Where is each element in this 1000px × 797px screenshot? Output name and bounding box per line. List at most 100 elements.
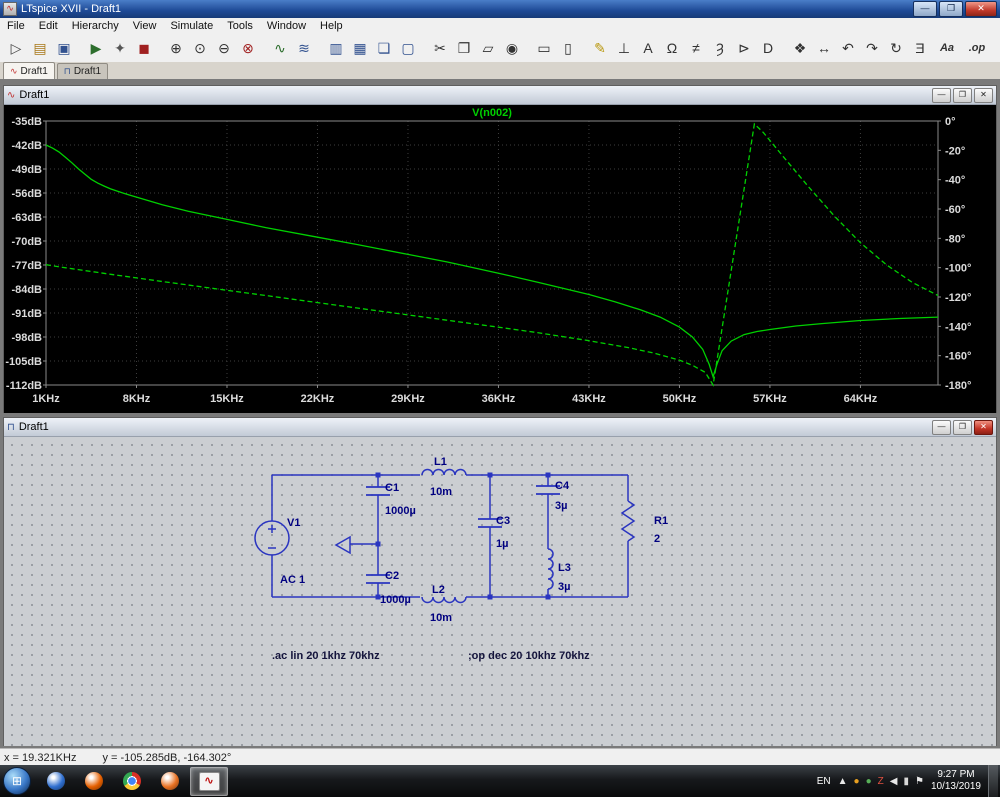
close-window-icon[interactable]: ▢ [396,36,420,60]
window-titlebar[interactable]: ∿ LTspice XVII - Draft1 — ❐ ✕ [0,0,1000,18]
network-icon[interactable]: ▮ [903,776,909,787]
menu-file[interactable]: File [0,20,32,32]
component-label[interactable]: R1 [654,515,668,527]
ground-symbol[interactable] [336,537,350,553]
component-r1[interactable] [622,501,634,541]
find-icon[interactable]: ◉ [500,36,524,60]
component-label[interactable]: C3 [496,515,510,527]
wave-close-button[interactable]: ✕ [974,88,993,103]
waveform-plot[interactable]: -35dB-42dB-49dB-56dB-63dB-70dB-77dB-84dB… [4,105,996,413]
minimize-button[interactable]: — [913,1,937,17]
component-v1[interactable] [255,521,289,555]
schem-minimize-button[interactable]: — [932,420,951,435]
component-value[interactable]: AC 1 [280,574,305,586]
open-icon[interactable]: ▤ [28,36,52,60]
cascade-windows-icon[interactable]: ❏ [372,36,396,60]
spice-directive-ac[interactable]: .ac lin 20 1khz 70khz [272,650,380,662]
menu-view[interactable]: View [126,20,164,32]
chrome-icon[interactable] [114,768,150,795]
component-label[interactable]: L2 [432,584,445,596]
menu-help[interactable]: Help [313,20,350,32]
wave-restore-button[interactable]: ❐ [953,88,972,103]
language-indicator[interactable]: EN [817,776,831,787]
redo-icon[interactable]: ↷ [860,36,884,60]
action-center-flag-icon[interactable]: ⚑ [915,776,924,787]
menu-window[interactable]: Window [260,20,313,32]
move-icon[interactable]: ❖ [788,36,812,60]
cut-icon[interactable]: ✂ [428,36,452,60]
component-value[interactable]: 3µ [558,581,570,593]
tab-1-draft1[interactable]: ∿Draft1 [3,62,55,79]
component-icon[interactable]: D [756,36,780,60]
hidden-icons-chevron[interactable]: ▲ [838,776,848,787]
component-label[interactable]: L3 [558,562,571,574]
tab-2-draft1[interactable]: ⊓Draft1 [57,63,108,79]
fft-icon[interactable]: ≋ [292,36,316,60]
ground-icon[interactable]: ⊥ [612,36,636,60]
text-icon[interactable]: Aa [932,36,962,60]
tray-red-icon[interactable]: Z [878,776,884,787]
copy-icon[interactable]: ❐ [452,36,476,60]
internet-explorer-icon[interactable] [38,768,74,795]
draw-wire-icon[interactable]: ✎ [588,36,612,60]
menu-tools[interactable]: Tools [220,20,260,32]
close-button[interactable]: ✕ [965,1,997,17]
schem-restore-button[interactable]: ❐ [953,420,972,435]
menu-hierarchy[interactable]: Hierarchy [65,20,126,32]
component-value[interactable]: 1µ [496,538,508,550]
inductor-icon[interactable]: Ȝ [708,36,732,60]
component-label[interactable]: C2 [385,570,399,582]
schematic-canvas-area[interactable]: V1 AC 1 C1 1000µ C2 1000µ L1 1 [4,437,996,746]
wave-minimize-button[interactable]: — [932,88,951,103]
autorange-y-icon[interactable]: ∿ [268,36,292,60]
control-panel-icon[interactable]: ✦ [108,36,132,60]
component-l1[interactable] [422,470,466,476]
halt-icon[interactable]: ◼ [132,36,156,60]
capacitor-icon[interactable]: ≠ [684,36,708,60]
waveform-window-titlebar[interactable]: ∿ Draft1 — ❐ ✕ [4,86,996,105]
volume-icon[interactable]: ◀ [890,776,898,787]
rotate-icon[interactable]: ↻ [884,36,908,60]
zoom-full-extents-icon[interactable]: ⊗ [236,36,260,60]
component-label[interactable]: V1 [287,517,300,529]
schem-close-button[interactable]: ✕ [974,420,993,435]
print-preview-icon[interactable]: ▯ [556,36,580,60]
spice-directive-op[interactable]: ;op dec 20 10khz 70khz [468,650,590,662]
schematic-window-titlebar[interactable]: ⊓ Draft1 — ❐ ✕ [4,418,996,437]
component-value[interactable]: 2 [654,533,660,545]
menu-simulate[interactable]: Simulate [163,20,220,32]
taskbar-clock[interactable]: 9:27 PM 10/13/2019 [931,769,981,794]
tray-orange-icon[interactable]: ● [854,776,860,787]
save-icon[interactable]: ▣ [52,36,76,60]
component-label[interactable]: L1 [434,456,447,468]
component-l3[interactable] [548,549,553,589]
new-schematic-icon[interactable]: ▷ [4,36,28,60]
mirror-icon[interactable]: Ǝ [908,36,932,60]
zoom-out-icon[interactable]: ⊖ [212,36,236,60]
paste-icon[interactable]: ▱ [476,36,500,60]
start-button[interactable]: ⊞ [3,767,31,795]
menu-edit[interactable]: Edit [32,20,65,32]
ltspice-taskbar-icon[interactable]: ∿ [190,767,228,796]
restore-button[interactable]: ❐ [939,1,963,17]
resistor-icon[interactable]: Ω [660,36,684,60]
component-value[interactable]: 10m [430,612,452,624]
component-value[interactable]: 10m [430,486,452,498]
drag-icon[interactable]: ↔ [812,36,836,60]
trace-label[interactable]: V(n002) [472,107,512,119]
firefox-icon[interactable] [76,768,112,795]
diode-icon[interactable]: ⊳ [732,36,756,60]
spice-directive-icon[interactable]: .op [962,36,992,60]
zoom-in-icon[interactable]: ⊕ [164,36,188,60]
tile-vertical-icon[interactable]: ▥ [324,36,348,60]
show-desktop-button[interactable] [988,765,998,797]
component-l2[interactable] [422,597,466,603]
zoom-back-icon[interactable]: ⊙ [188,36,212,60]
component-label[interactable]: C4 [555,480,570,492]
orange-app-icon[interactable] [152,768,188,795]
component-value[interactable]: 3µ [555,500,567,512]
tile-horizontal-icon[interactable]: ▦ [348,36,372,60]
print-icon[interactable]: ▭ [532,36,556,60]
undo-icon[interactable]: ↶ [836,36,860,60]
component-label[interactable]: C1 [385,482,399,494]
